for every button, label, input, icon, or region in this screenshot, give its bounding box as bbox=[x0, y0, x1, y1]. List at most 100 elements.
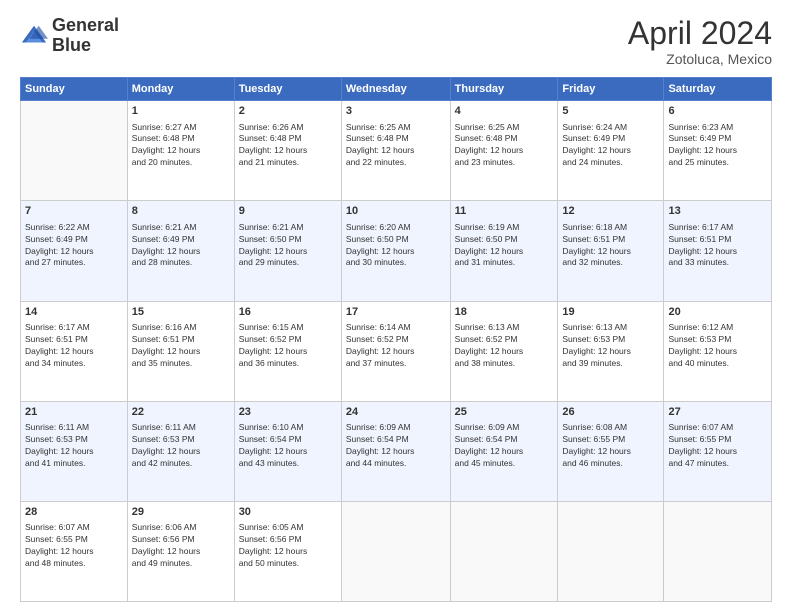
day-info: Sunrise: 6:10 AM Sunset: 6:54 PM Dayligh… bbox=[239, 422, 337, 470]
day-info: Sunrise: 6:18 AM Sunset: 6:51 PM Dayligh… bbox=[562, 222, 659, 270]
day-number: 1 bbox=[132, 104, 230, 119]
day-number: 15 bbox=[132, 305, 230, 320]
day-number: 2 bbox=[239, 104, 337, 119]
day-info: Sunrise: 6:14 AM Sunset: 6:52 PM Dayligh… bbox=[346, 322, 446, 370]
table-row: 8 Sunrise: 6:21 AM Sunset: 6:49 PM Daylig… bbox=[127, 201, 234, 301]
day-info: Sunrise: 6:13 AM Sunset: 6:52 PM Dayligh… bbox=[455, 322, 554, 370]
day-info: Sunrise: 6:09 AM Sunset: 6:54 PM Dayligh… bbox=[346, 422, 446, 470]
day-number: 7 bbox=[25, 204, 123, 219]
col-saturday: Saturday bbox=[664, 78, 772, 101]
day-number: 10 bbox=[346, 204, 446, 219]
table-row: 16 Sunrise: 6:15 AM Sunset: 6:52 PM Dayli… bbox=[234, 301, 341, 401]
calendar-row: 14Sunrise: 6:17 AM Sunset: 6:51 PM Dayli… bbox=[21, 301, 772, 401]
day-info: Sunrise: 6:23 AM Sunset: 6:49 PM Dayligh… bbox=[668, 122, 767, 170]
col-sunday: Sunday bbox=[21, 78, 128, 101]
day-number: 25 bbox=[455, 405, 554, 420]
table-row: 30 Sunrise: 6:05 AM Sunset: 6:56 PM Dayli… bbox=[234, 501, 341, 601]
col-wednesday: Wednesday bbox=[341, 78, 450, 101]
table-row: 7 Sunrise: 6:22 AM Sunset: 6:49 PM Daylig… bbox=[21, 201, 128, 301]
calendar-row: 7 Sunrise: 6:22 AM Sunset: 6:49 PM Daylig… bbox=[21, 201, 772, 301]
day-number: 16 bbox=[239, 305, 337, 320]
day-number: 17 bbox=[346, 305, 446, 320]
table-row: 2 Sunrise: 6:26 AM Sunset: 6:48 PM Daylig… bbox=[234, 101, 341, 201]
table-row: 9 Sunrise: 6:21 AM Sunset: 6:50 PM Daylig… bbox=[234, 201, 341, 301]
day-number: 28 bbox=[25, 505, 123, 520]
day-number: 3 bbox=[346, 104, 446, 119]
day-number: 13 bbox=[668, 204, 767, 219]
table-row: 13 Sunrise: 6:17 AM Sunset: 6:51 PM Dayli… bbox=[664, 201, 772, 301]
page: General Blue April 2024 Zotoluca, Mexico… bbox=[0, 0, 792, 612]
table-row: 19Sunrise: 6:13 AM Sunset: 6:53 PM Dayli… bbox=[558, 301, 664, 401]
day-info: Sunrise: 6:09 AM Sunset: 6:54 PM Dayligh… bbox=[455, 422, 554, 470]
logo-icon bbox=[20, 22, 48, 50]
table-row: 20 Sunrise: 6:12 AM Sunset: 6:53 PM Dayli… bbox=[664, 301, 772, 401]
table-row: 4 Sunrise: 6:25 AM Sunset: 6:48 PM Daylig… bbox=[450, 101, 558, 201]
col-tuesday: Tuesday bbox=[234, 78, 341, 101]
main-title: April 2024 bbox=[628, 16, 772, 51]
day-info: Sunrise: 6:16 AM Sunset: 6:51 PM Dayligh… bbox=[132, 322, 230, 370]
table-row: 27Sunrise: 6:07 AM Sunset: 6:55 PM Dayli… bbox=[664, 401, 772, 501]
table-row: 17 Sunrise: 6:14 AM Sunset: 6:52 PM Dayli… bbox=[341, 301, 450, 401]
day-number: 19 bbox=[562, 305, 659, 320]
day-info: Sunrise: 6:15 AM Sunset: 6:52 PM Dayligh… bbox=[239, 322, 337, 370]
day-info: Sunrise: 6:06 AM Sunset: 6:56 PM Dayligh… bbox=[132, 522, 230, 570]
table-row: 12Sunrise: 6:18 AM Sunset: 6:51 PM Dayli… bbox=[558, 201, 664, 301]
day-number: 24 bbox=[346, 405, 446, 420]
day-info: Sunrise: 6:27 AM Sunset: 6:48 PM Dayligh… bbox=[132, 122, 230, 170]
day-number: 26 bbox=[562, 405, 659, 420]
day-number: 20 bbox=[668, 305, 767, 320]
day-number: 14 bbox=[25, 305, 123, 320]
col-friday: Friday bbox=[558, 78, 664, 101]
table-row: 22 Sunrise: 6:11 AM Sunset: 6:53 PM Dayli… bbox=[127, 401, 234, 501]
table-row: 24 Sunrise: 6:09 AM Sunset: 6:54 PM Dayli… bbox=[341, 401, 450, 501]
table-row: 25 Sunrise: 6:09 AM Sunset: 6:54 PM Dayli… bbox=[450, 401, 558, 501]
title-block: April 2024 Zotoluca, Mexico bbox=[628, 16, 772, 67]
day-info: Sunrise: 6:25 AM Sunset: 6:48 PM Dayligh… bbox=[455, 122, 554, 170]
col-thursday: Thursday bbox=[450, 78, 558, 101]
table-row: 10Sunrise: 6:20 AM Sunset: 6:50 PM Dayli… bbox=[341, 201, 450, 301]
day-number: 30 bbox=[239, 505, 337, 520]
subtitle: Zotoluca, Mexico bbox=[628, 51, 772, 67]
table-row: 1 Sunrise: 6:27 AM Sunset: 6:48 PM Daylig… bbox=[127, 101, 234, 201]
table-row: 29 Sunrise: 6:06 AM Sunset: 6:56 PM Dayli… bbox=[127, 501, 234, 601]
table-row bbox=[21, 101, 128, 201]
day-info: Sunrise: 6:21 AM Sunset: 6:49 PM Dayligh… bbox=[132, 222, 230, 270]
table-row: 11Sunrise: 6:19 AM Sunset: 6:50 PM Dayli… bbox=[450, 201, 558, 301]
day-info: Sunrise: 6:17 AM Sunset: 6:51 PM Dayligh… bbox=[668, 222, 767, 270]
table-row: 28 Sunrise: 6:07 AM Sunset: 6:55 PM Dayli… bbox=[21, 501, 128, 601]
day-info: Sunrise: 6:22 AM Sunset: 6:49 PM Dayligh… bbox=[25, 222, 123, 270]
day-info: Sunrise: 6:26 AM Sunset: 6:48 PM Dayligh… bbox=[239, 122, 337, 170]
table-row bbox=[558, 501, 664, 601]
day-info: Sunrise: 6:11 AM Sunset: 6:53 PM Dayligh… bbox=[25, 422, 123, 470]
table-row: 26Sunrise: 6:08 AM Sunset: 6:55 PM Dayli… bbox=[558, 401, 664, 501]
day-info: Sunrise: 6:11 AM Sunset: 6:53 PM Dayligh… bbox=[132, 422, 230, 470]
day-number: 4 bbox=[455, 104, 554, 119]
header: General Blue April 2024 Zotoluca, Mexico bbox=[20, 16, 772, 67]
day-number: 22 bbox=[132, 405, 230, 420]
calendar-table: Sunday Monday Tuesday Wednesday Thursday… bbox=[20, 77, 772, 602]
table-row: 6Sunrise: 6:23 AM Sunset: 6:49 PM Daylig… bbox=[664, 101, 772, 201]
logo-text: General Blue bbox=[52, 16, 119, 56]
header-row: Sunday Monday Tuesday Wednesday Thursday… bbox=[21, 78, 772, 101]
day-number: 8 bbox=[132, 204, 230, 219]
day-info: Sunrise: 6:25 AM Sunset: 6:48 PM Dayligh… bbox=[346, 122, 446, 170]
calendar-row: 28 Sunrise: 6:07 AM Sunset: 6:55 PM Dayli… bbox=[21, 501, 772, 601]
table-row: 23Sunrise: 6:10 AM Sunset: 6:54 PM Dayli… bbox=[234, 401, 341, 501]
day-info: Sunrise: 6:07 AM Sunset: 6:55 PM Dayligh… bbox=[668, 422, 767, 470]
table-row: 18Sunrise: 6:13 AM Sunset: 6:52 PM Dayli… bbox=[450, 301, 558, 401]
day-number: 5 bbox=[562, 104, 659, 119]
table-row bbox=[450, 501, 558, 601]
table-row: 21Sunrise: 6:11 AM Sunset: 6:53 PM Dayli… bbox=[21, 401, 128, 501]
day-info: Sunrise: 6:21 AM Sunset: 6:50 PM Dayligh… bbox=[239, 222, 337, 270]
day-number: 9 bbox=[239, 204, 337, 219]
day-info: Sunrise: 6:07 AM Sunset: 6:55 PM Dayligh… bbox=[25, 522, 123, 570]
day-info: Sunrise: 6:19 AM Sunset: 6:50 PM Dayligh… bbox=[455, 222, 554, 270]
logo: General Blue bbox=[20, 16, 119, 56]
day-info: Sunrise: 6:12 AM Sunset: 6:53 PM Dayligh… bbox=[668, 322, 767, 370]
day-info: Sunrise: 6:24 AM Sunset: 6:49 PM Dayligh… bbox=[562, 122, 659, 170]
table-row: 15 Sunrise: 6:16 AM Sunset: 6:51 PM Dayli… bbox=[127, 301, 234, 401]
table-row: 3 Sunrise: 6:25 AM Sunset: 6:48 PM Daylig… bbox=[341, 101, 450, 201]
calendar-row: 21Sunrise: 6:11 AM Sunset: 6:53 PM Dayli… bbox=[21, 401, 772, 501]
day-info: Sunrise: 6:05 AM Sunset: 6:56 PM Dayligh… bbox=[239, 522, 337, 570]
day-number: 29 bbox=[132, 505, 230, 520]
